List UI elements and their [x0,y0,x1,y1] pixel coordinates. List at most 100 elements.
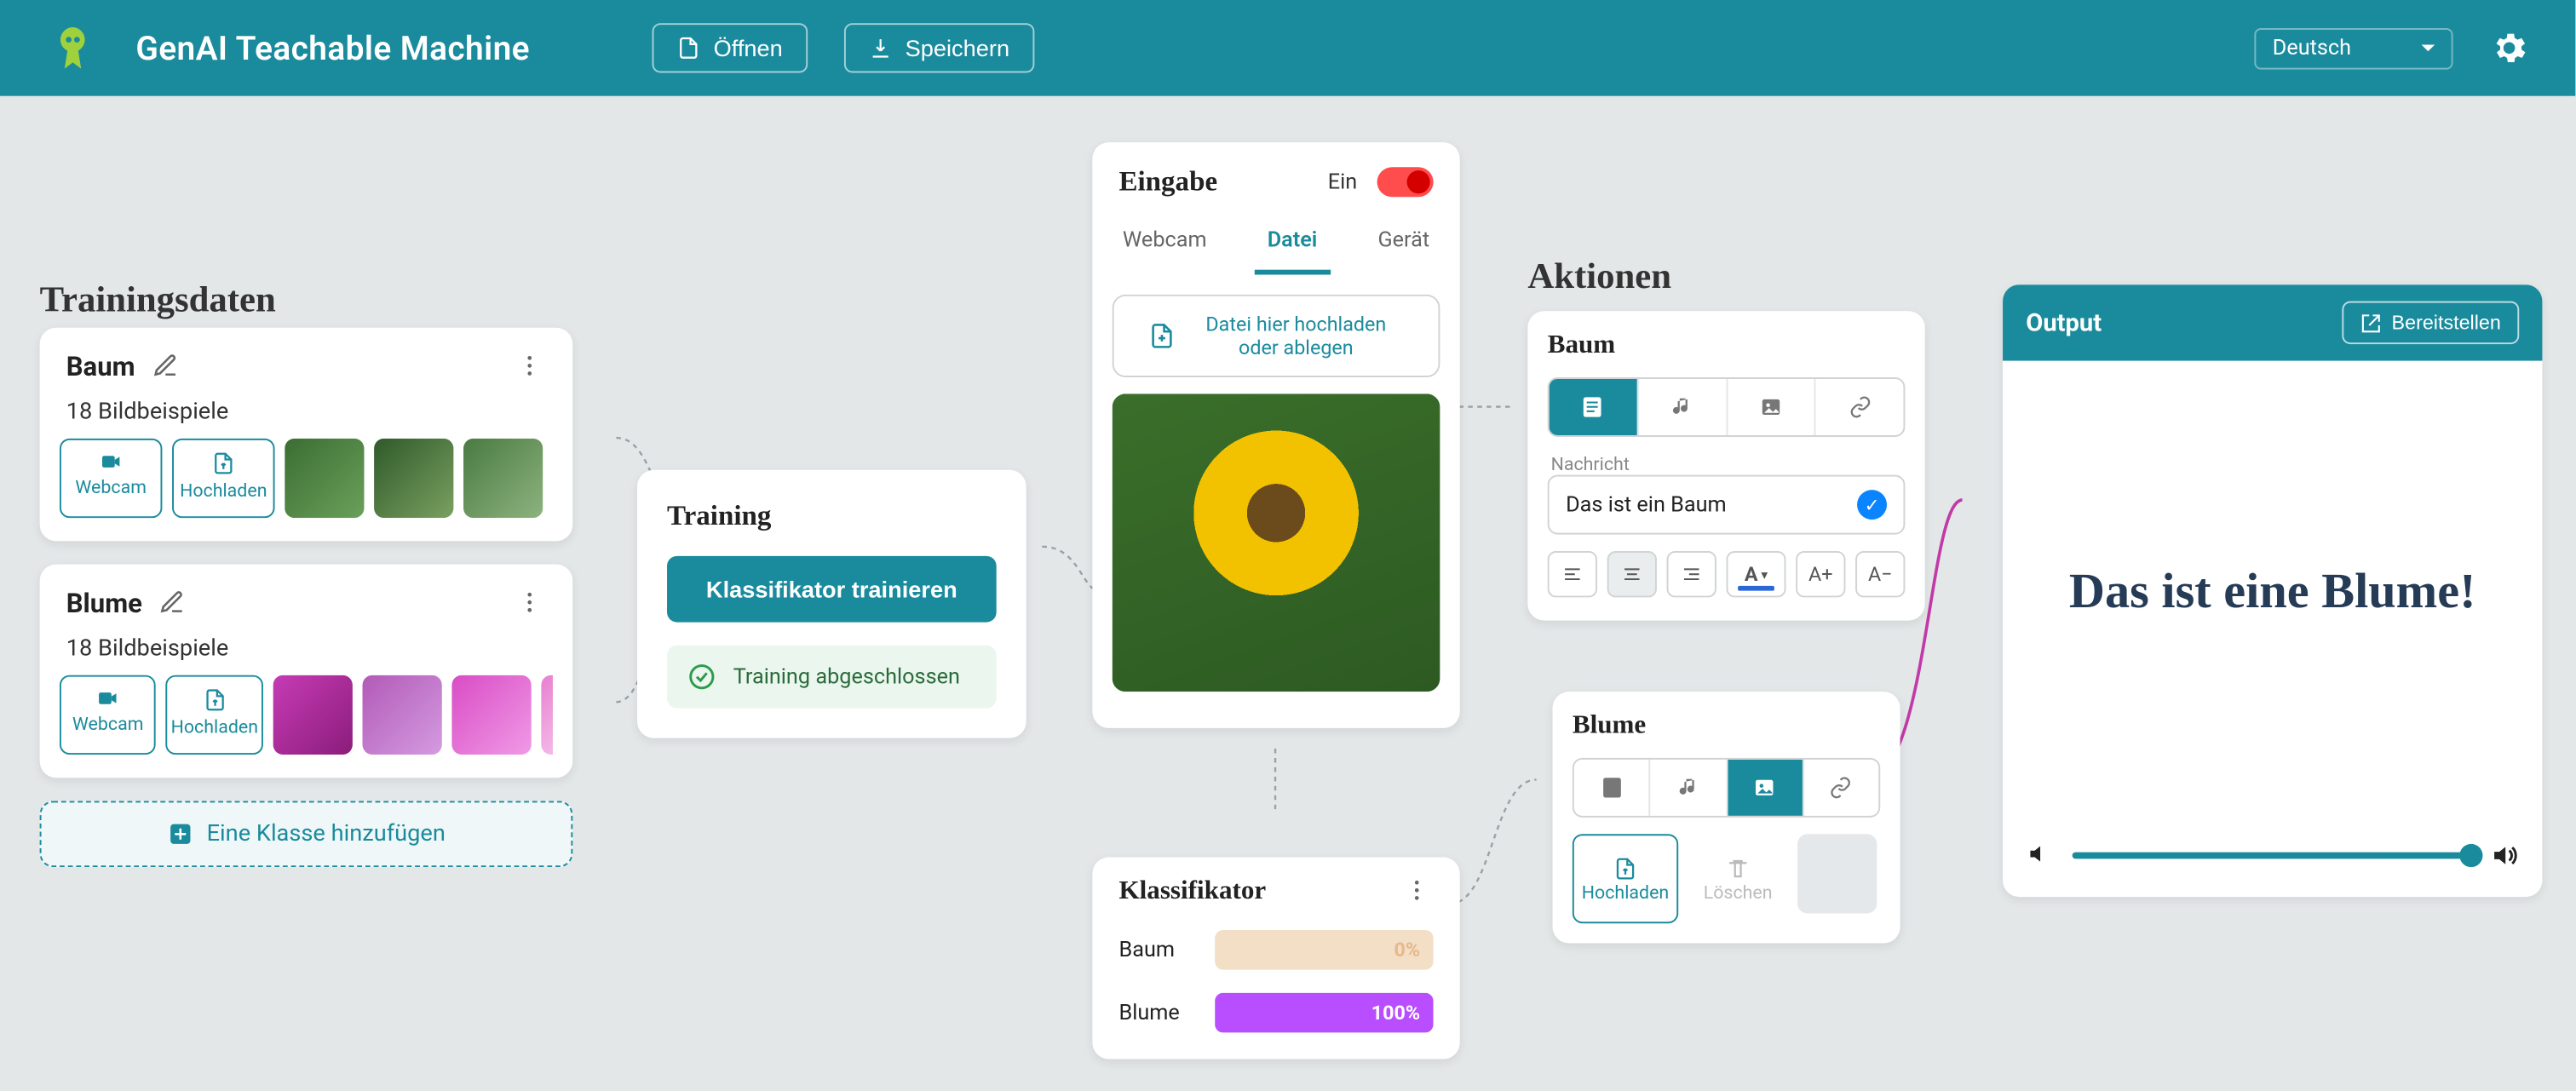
training-status: Training abgeschlossen [667,646,997,709]
add-class-button[interactable]: Eine Klasse hinzufügen [40,801,573,867]
delete-image-button[interactable]: Löschen [1692,834,1785,923]
add-class-label: Eine Klasse hinzufügen [207,821,446,847]
save-button[interactable]: Speichern [844,23,1035,72]
tab-text-icon[interactable] [1574,760,1651,816]
sample-thumb[interactable] [285,439,364,518]
save-button-label: Speichern [906,35,1010,61]
upload-label: Hochladen [171,716,258,738]
upload-image-button[interactable]: Hochladen [1573,834,1678,923]
upload-button[interactable]: Hochladen [166,675,262,755]
font-increase-button[interactable]: A+ [1796,551,1845,597]
webcam-label: Webcam [72,713,144,734]
input-card: Eingabe Ein Webcam Datei Gerät Datei hie… [1092,142,1459,728]
tab-device[interactable]: Gerät [1365,218,1443,274]
tab-image-icon[interactable] [1728,379,1816,435]
speaker-low-icon[interactable] [2026,841,2056,870]
tab-audio-icon[interactable] [1638,379,1727,435]
input-toggle[interactable] [1377,167,1434,197]
language-label: Deutsch [2273,36,2351,60]
tab-text-icon[interactable] [1550,379,1638,435]
result-bar: 100% [1215,993,1433,1033]
result-value: 0% [1394,930,1420,970]
app-header: GenAI Teachable Machine Öffnen Speichern… [0,0,2575,96]
training-card: Training Klassifikator trainieren Traini… [637,470,1026,738]
edit-class-icon[interactable] [158,589,188,618]
tab-file[interactable]: Datei [1254,218,1331,274]
delete-image-label: Löschen [1704,881,1773,903]
message-input[interactable]: Das ist ein Baum ✓ [1548,475,1906,535]
action-type-tabs [1573,758,1880,818]
file-upload-dropzone[interactable]: Datei hier hochladen oder ablegen [1113,295,1440,377]
action-name: Baum [1548,331,1906,361]
upload-label: Hochladen [180,479,267,501]
output-text: Das ist eine Blume! [2069,561,2476,623]
tab-link-icon[interactable] [1816,379,1903,435]
class-menu-icon[interactable] [516,352,546,382]
check-circle-icon [687,662,716,692]
upload-text: Datei hier hochladen oder ablegen [1188,313,1404,359]
result-label: Blume [1118,1001,1198,1025]
plus-icon [167,821,193,847]
settings-button[interactable] [2489,28,2529,68]
camera-icon [95,686,121,709]
tab-link-icon[interactable] [1803,760,1878,816]
open-button[interactable]: Öffnen [653,23,808,72]
trash-icon [1727,855,1750,881]
webcam-button[interactable]: Webcam [60,675,156,755]
output-card: Output Bereitstellen Das ist eine Blume! [2003,284,2542,897]
result-value: 100% [1371,993,1420,1033]
download-icon [869,37,892,60]
sample-thumb[interactable] [362,675,441,755]
tab-image-icon[interactable] [1728,760,1804,816]
class-subtitle: 18 Bildbeispiele [40,635,573,675]
camera-icon [98,450,124,473]
class-menu-icon[interactable] [516,589,546,618]
classifier-menu-icon[interactable] [1404,877,1434,907]
result-label: Baum [1118,938,1198,962]
text-color-icon[interactable]: A▾ [1727,551,1786,597]
tab-audio-icon[interactable] [1651,760,1728,816]
align-left-icon[interactable] [1548,551,1597,597]
sample-thumb[interactable] [451,675,531,755]
message-text: Das ist ein Baum [1566,492,1727,517]
upload-image-label: Hochladen [1582,881,1669,903]
training-status-label: Training abgeschlossen [733,664,960,689]
class-subtitle: 18 Bildbeispiele [40,399,573,439]
class-card-blume: Blume 18 Bildbeispiele Webcam Hochladen [40,565,573,778]
training-title: Training [667,500,997,533]
upload-file-icon [212,450,235,476]
message-label: Nachricht [1551,453,1906,474]
align-right-icon[interactable] [1667,551,1716,597]
action-name: Blume [1573,711,1880,741]
sample-thumbnails [273,675,553,755]
volume-slider[interactable] [2073,853,2473,859]
action-type-tabs [1548,377,1906,437]
sample-thumb[interactable] [541,675,553,755]
speaker-high-icon[interactable] [2489,841,2519,870]
result-row-baum: Baum 0% [1118,930,1433,970]
tab-webcam[interactable]: Webcam [1109,218,1220,274]
sample-thumbnails [285,439,543,518]
edit-class-icon[interactable] [152,352,181,382]
sample-thumb[interactable] [374,439,453,518]
train-classifier-button[interactable]: Klassifikator trainieren [667,556,997,623]
format-toolbar: A▾ A+ A− [1548,551,1906,597]
confirm-icon[interactable]: ✓ [1857,490,1887,520]
image-placeholder [1797,834,1877,913]
result-row-blume: Blume 100% [1118,993,1433,1033]
classifier-title: Klassifikator [1118,877,1266,907]
open-button-label: Öffnen [714,35,783,61]
font-decrease-button[interactable]: A− [1855,551,1905,597]
upload-file-icon [203,686,226,713]
sample-thumb[interactable] [273,675,352,755]
language-select[interactable]: Deutsch [2254,27,2452,69]
sample-thumb[interactable] [463,439,543,518]
upload-button[interactable]: Hochladen [172,439,274,518]
input-preview-image [1113,393,1440,692]
classifier-card: Klassifikator Baum 0% Blume 100% [1092,857,1459,1059]
align-center-icon[interactable] [1607,551,1657,597]
class-name: Baum [66,351,135,382]
deploy-button[interactable]: Bereitstellen [2342,301,2519,345]
upload-file-icon [1613,855,1636,881]
webcam-button[interactable]: Webcam [60,439,162,518]
